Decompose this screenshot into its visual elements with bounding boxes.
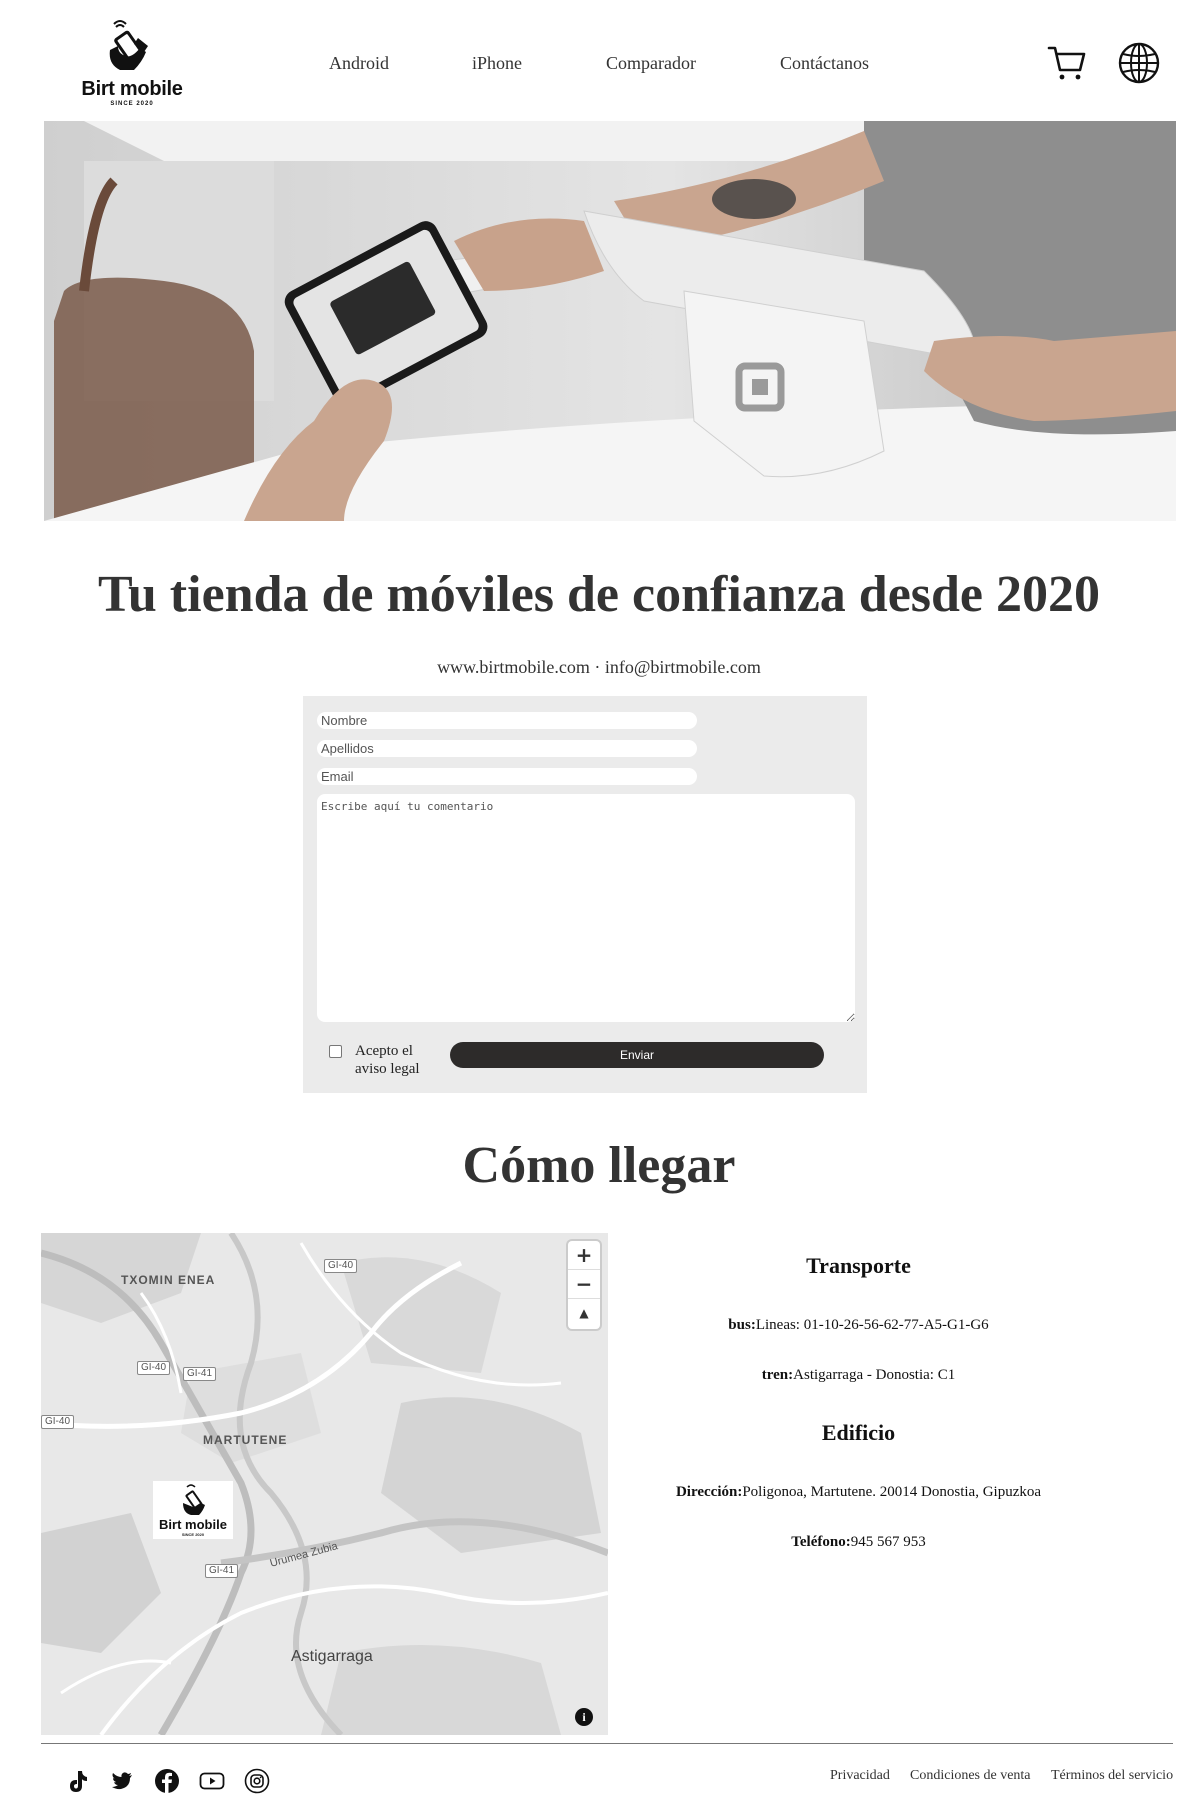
address-label: Dirección: bbox=[675, 1484, 743, 1500]
road-badge: GI-41 bbox=[183, 1367, 217, 1381]
site-header: Birt mobile SINCE 2020 Android iPhone Co… bbox=[0, 0, 1198, 120]
nav-android[interactable]: Android bbox=[329, 53, 389, 74]
road-badge: GI-40 bbox=[137, 1361, 171, 1375]
comment-textarea[interactable] bbox=[317, 794, 855, 1022]
legal-checkbox[interactable] bbox=[329, 1045, 342, 1058]
nav-contactanos[interactable]: Contáctanos bbox=[780, 53, 869, 74]
brand-name: Birt mobile bbox=[81, 78, 183, 100]
map-info-icon[interactable]: i bbox=[575, 1708, 593, 1726]
compass-button[interactable]: ▲ bbox=[568, 1299, 600, 1328]
page-title: Tu tienda de móviles de confianza desde … bbox=[97, 566, 1101, 623]
train-label: tren: bbox=[761, 1367, 794, 1383]
marker-brand: Birt mobile bbox=[159, 1517, 227, 1532]
road-badge: GI-40 bbox=[41, 1415, 75, 1429]
bus-line: bus:Lineas: 01-10-26-56-62-77-A5-G1-G6 bbox=[620, 1317, 1097, 1334]
footer-link-privacy[interactable]: Privacidad bbox=[830, 1768, 890, 1784]
footer-divider bbox=[41, 1743, 1173, 1744]
facebook-icon[interactable] bbox=[154, 1768, 180, 1794]
footer-link-sales-terms[interactable]: Condiciones de venta bbox=[910, 1768, 1031, 1784]
marker-sub: SINCE 2020 bbox=[181, 1532, 205, 1537]
bus-label: bus: bbox=[728, 1317, 756, 1333]
how-to-get-title: Cómo llegar bbox=[462, 1137, 736, 1194]
train-line: tren:Astigarraga - Donostia: C1 bbox=[620, 1367, 1097, 1384]
nav-comparador[interactable]: Comparador bbox=[606, 53, 696, 74]
phone-hand-logo-icon bbox=[183, 1484, 205, 1515]
submit-button[interactable]: Enviar bbox=[450, 1042, 824, 1068]
hero-image bbox=[44, 121, 1176, 521]
nav-iphone[interactable]: iPhone bbox=[472, 53, 522, 74]
map-controls: + − ▲ bbox=[568, 1241, 600, 1329]
phone-value: 945 567 953 bbox=[850, 1534, 926, 1550]
location-map[interactable]: TXOMIN ENEA MARTUTENE Astigarraga Urumea… bbox=[41, 1233, 608, 1735]
store-map-marker[interactable]: Birt mobile SINCE 2020 bbox=[153, 1481, 233, 1539]
twitter-icon[interactable] bbox=[109, 1768, 135, 1794]
name-field[interactable] bbox=[317, 712, 697, 729]
zoom-out-button[interactable]: − bbox=[568, 1270, 600, 1299]
map-label-txomin: TXOMIN ENEA bbox=[121, 1273, 216, 1287]
contact-form: Acepto el aviso legal Enviar bbox=[303, 696, 867, 1093]
footer-link-service-terms[interactable]: Términos del servicio bbox=[1051, 1768, 1173, 1784]
brand-tagline: SINCE 2020 bbox=[110, 101, 154, 107]
brand-logo[interactable]: Birt mobile SINCE 2020 bbox=[74, 16, 190, 110]
address-line: Dirección:Poligonoa, Martutene. 20014 Do… bbox=[620, 1484, 1097, 1501]
globe-icon[interactable] bbox=[1118, 42, 1160, 84]
address-value: Poligonoa, Martutene. 20014 Donostia, Gi… bbox=[742, 1484, 1042, 1500]
zoom-in-button[interactable]: + bbox=[568, 1241, 600, 1270]
map-label-martutene: MARTUTENE bbox=[203, 1433, 288, 1447]
phone-label: Teléfono: bbox=[791, 1534, 851, 1550]
road-badge: GI-40 bbox=[324, 1259, 358, 1273]
contact-line: www.birtmobile.com · info@birtmobile.com bbox=[437, 657, 761, 677]
instagram-icon[interactable] bbox=[244, 1768, 270, 1794]
surname-field[interactable] bbox=[317, 740, 697, 757]
building-title: Edificio bbox=[821, 1420, 896, 1445]
train-value: Astigarraga - Donostia: C1 bbox=[793, 1367, 956, 1383]
tiktok-icon[interactable] bbox=[64, 1768, 90, 1794]
cart-icon[interactable] bbox=[1046, 42, 1088, 84]
phone-hand-logo-icon bbox=[109, 20, 148, 70]
email-field[interactable] bbox=[317, 768, 697, 785]
phone-line: Teléfono:945 567 953 bbox=[620, 1534, 1097, 1551]
youtube-icon[interactable] bbox=[199, 1768, 225, 1794]
road-badge: GI-41 bbox=[205, 1564, 239, 1578]
map-label-astigarraga: Astigarraga bbox=[291, 1648, 373, 1665]
bus-value: Lineas: 01-10-26-56-62-77-A5-G1-G6 bbox=[755, 1317, 989, 1333]
transport-title: Transporte bbox=[806, 1253, 911, 1278]
legal-checkbox-label: Acepto el aviso legal bbox=[355, 1043, 420, 1077]
